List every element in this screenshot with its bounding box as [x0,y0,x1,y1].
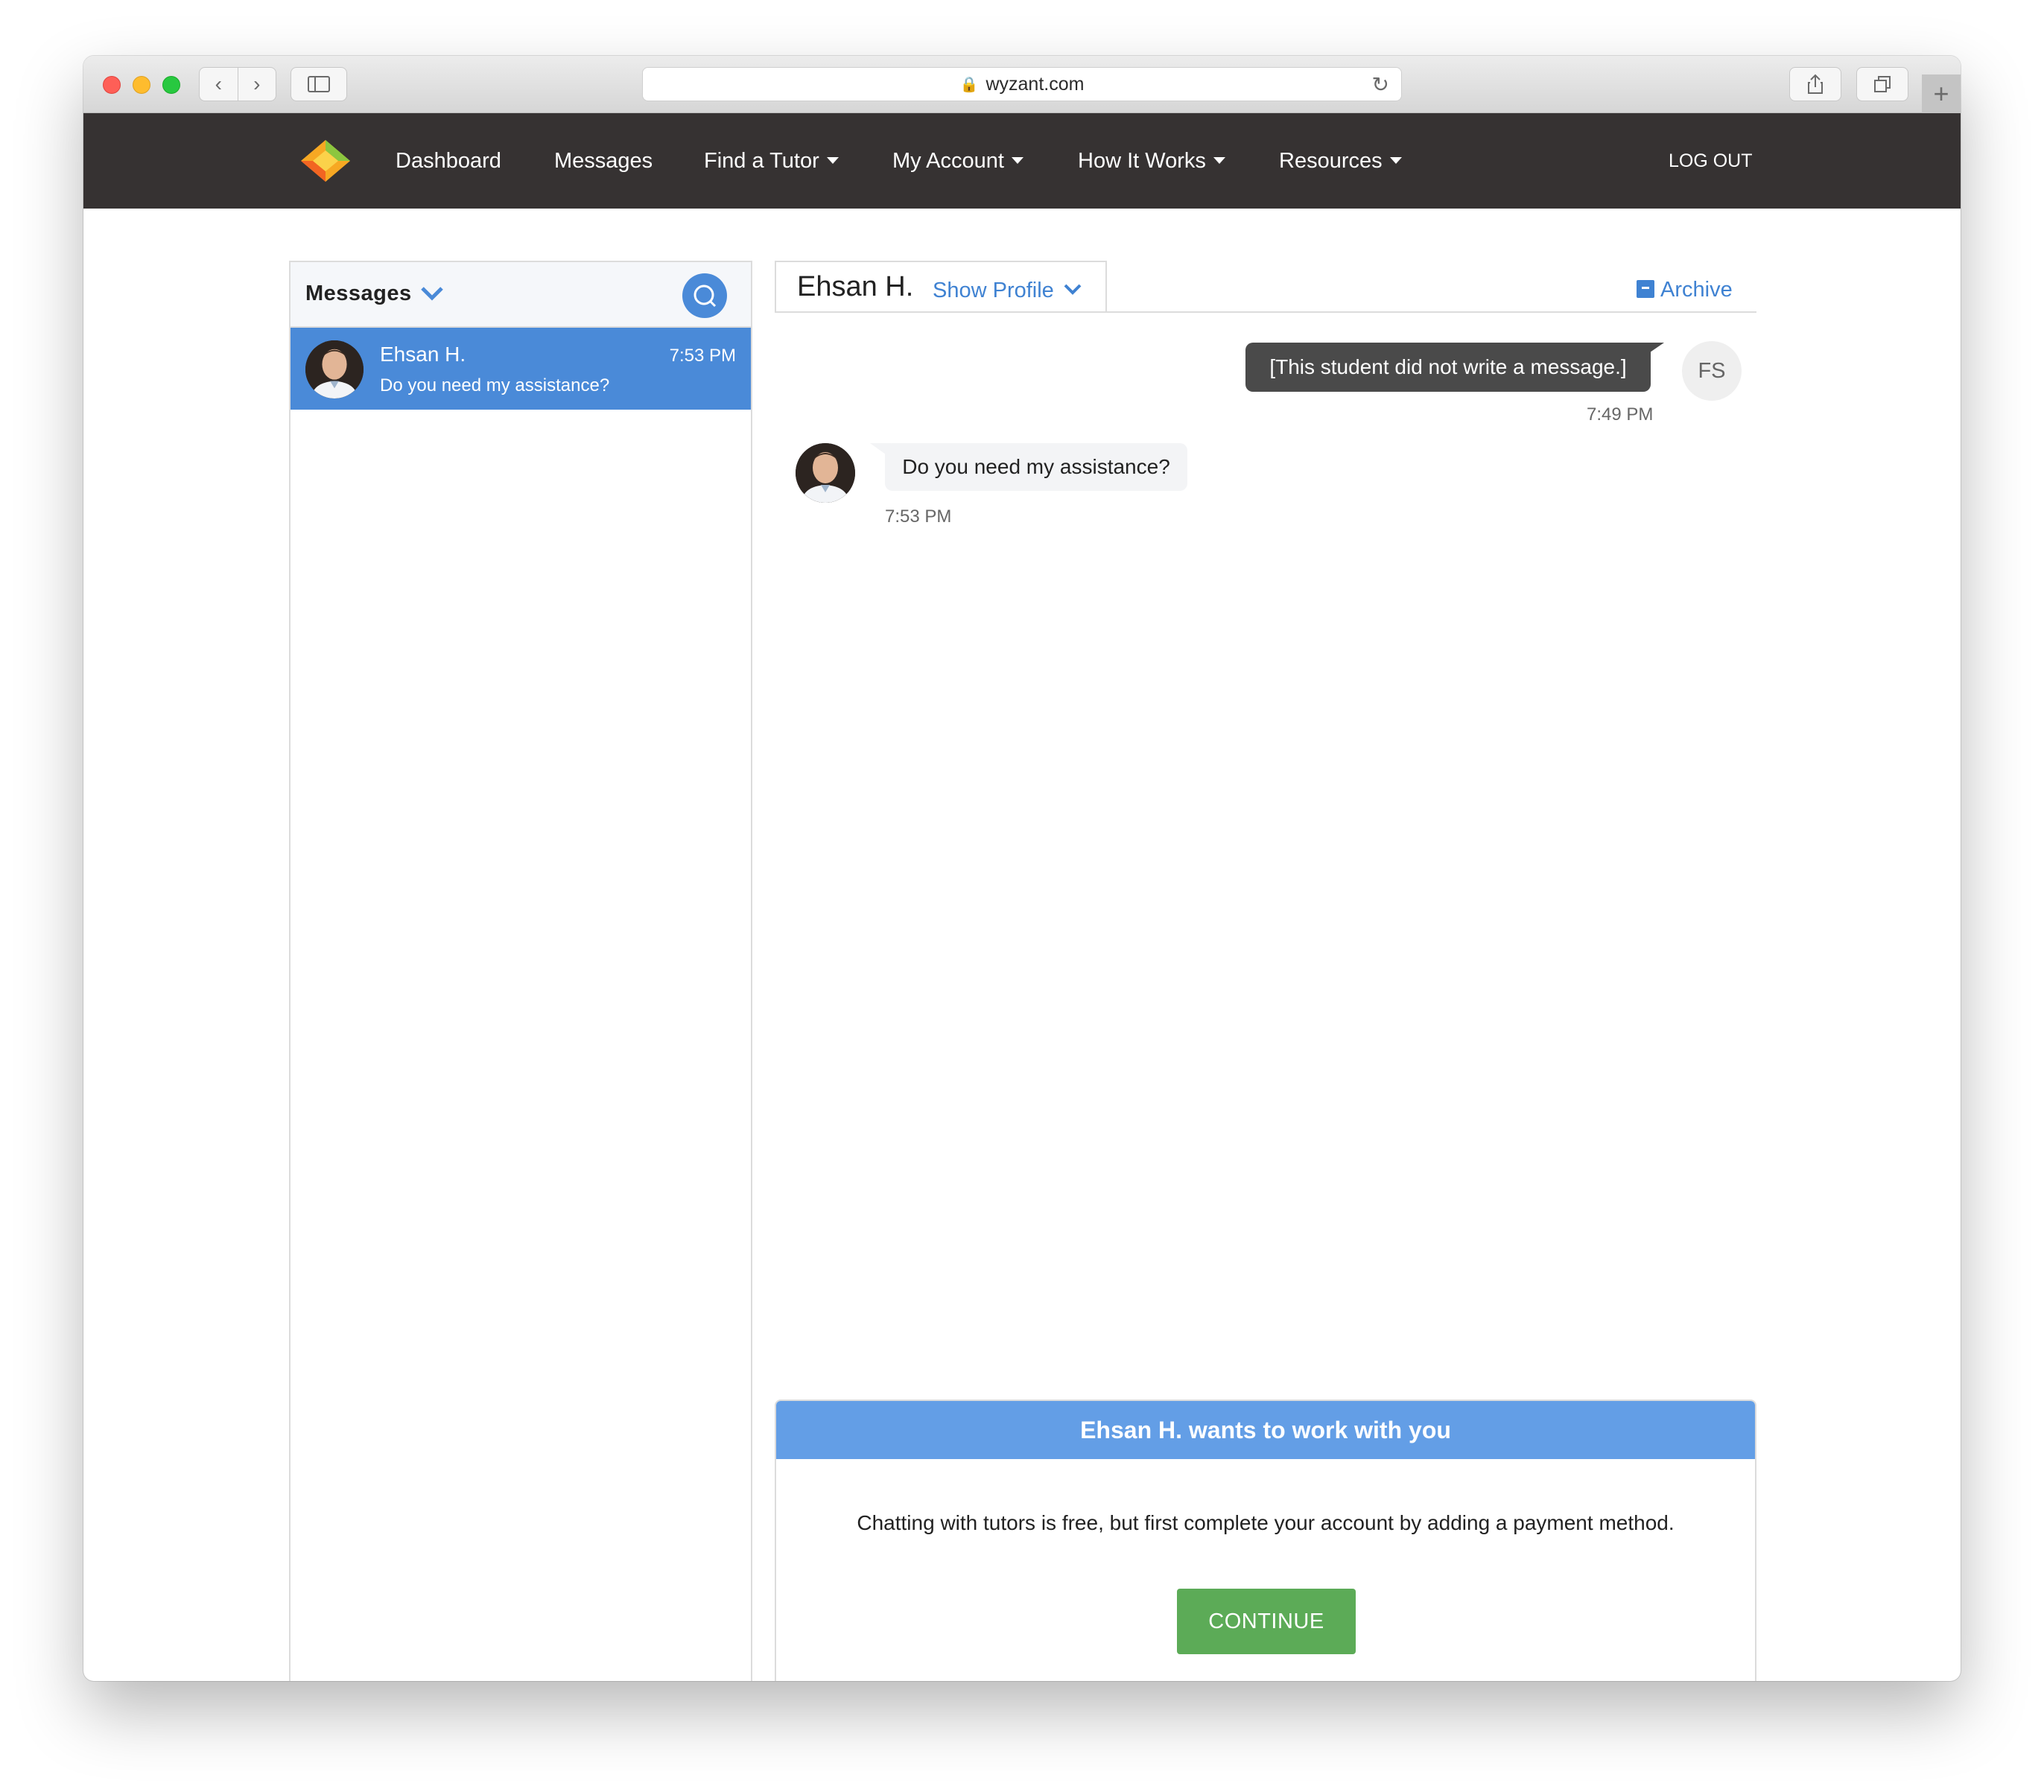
forward-icon[interactable]: › [238,72,276,96]
search-icon [694,285,717,308]
url-text: wyzant.com [986,73,1085,95]
nav-messages[interactable]: Messages [554,113,653,209]
conversation-name: Ehsan H. [380,343,466,366]
sidebar-icon [308,76,330,92]
tutor-photo-icon [796,443,855,503]
sidebar-toggle-button[interactable] [291,67,347,101]
show-profile-link[interactable]: Show Profile [933,279,1082,303]
archive-label: Archive [1660,278,1733,302]
avatar [305,340,364,398]
incoming-message-time: 7:53 PM [885,506,952,527]
messages-panel-header: Messages [291,262,751,328]
nav-resources-label: Resources [1279,149,1383,173]
archive-icon [1637,280,1654,298]
nav-how-it-works[interactable]: How It Works [1078,113,1225,209]
offer-title: Ehsan H. wants to work with you [776,1401,1755,1459]
incoming-message-bubble: Do you need my assistance? [885,443,1187,491]
nav-how-it-works-label: How It Works [1078,149,1206,173]
continue-button[interactable]: CONTINUE [1177,1589,1356,1654]
wyzant-logo[interactable] [299,139,352,183]
nav-my-account-label: My Account [892,149,1004,173]
lock-icon: 🔒 [959,76,979,93]
bubble-tail [1640,343,1664,359]
conversation-preview: Do you need my assistance? [380,375,610,395]
nav-my-account[interactable]: My Account [892,113,1023,209]
minimize-window-button[interactable] [133,76,150,94]
tutor-photo-icon [305,340,364,398]
outgoing-message-time: 7:49 PM [1587,404,1654,425]
close-window-button[interactable] [103,76,121,94]
tab-overview-button[interactable] [1856,67,1908,101]
tabs-icon [1874,76,1891,92]
address-bar[interactable]: 🔒 wyzant.com ↻ [642,67,1402,101]
offer-message: Chatting with tutors is free, but first … [857,1511,1675,1534]
share-button[interactable] [1789,67,1841,101]
conversation-item[interactable]: Ehsan H. 7:53 PM Do you need my assistan… [291,328,751,410]
conversation-time: 7:53 PM [669,346,736,366]
history-nav: ‹ › [199,67,276,101]
back-icon[interactable]: ‹ [200,72,238,96]
avatar [796,443,855,503]
dropdown-caret-icon [1213,156,1225,164]
chat-contact-name: Ehsan H. [797,271,914,302]
chat-header-divider [775,311,1756,313]
dropdown-caret-icon [1011,156,1023,164]
work-offer-card: Ehsan H. wants to work with you Chatting… [775,1399,1756,1681]
nav-dashboard-label: Dashboard [396,149,501,173]
browser-toolbar: ‹ › 🔒 wyzant.com ↻ + [83,56,1961,113]
outgoing-message-bubble: [This student did not write a message.] [1245,343,1651,392]
archive-button[interactable]: Archive [1637,278,1733,302]
maximize-window-button[interactable] [162,76,180,94]
messages-dropdown[interactable]: Messages [305,282,412,306]
dropdown-caret-icon [1389,156,1402,164]
browser-window: ‹ › 🔒 wyzant.com ↻ + Dashboard Messages … [83,56,1961,1681]
chevron-down-icon [1064,284,1082,295]
messages-panel: Messages Ehsan H. 7:53 PM Do you need my… [289,261,752,1681]
dropdown-caret-icon [826,156,839,164]
new-tab-button[interactable]: + [1922,74,1961,113]
nav-find-a-tutor[interactable]: Find a Tutor [704,113,839,209]
chat-header-tab: Ehsan H. Show Profile [775,261,1107,313]
logout-link[interactable]: LOG OUT [1669,113,1753,209]
nav-messages-label: Messages [554,149,653,173]
nav-dashboard[interactable]: Dashboard [396,113,501,209]
site-navbar: Dashboard Messages Find a Tutor My Accou… [83,113,1961,209]
nav-resources[interactable]: Resources [1279,113,1402,209]
share-icon [1808,74,1823,94]
reload-icon[interactable]: ↻ [1372,72,1389,97]
student-avatar: FS [1682,341,1742,401]
search-button[interactable] [682,273,727,318]
show-profile-label: Show Profile [933,279,1054,302]
nav-find-a-tutor-label: Find a Tutor [704,149,819,173]
chevron-down-icon[interactable] [420,285,444,302]
